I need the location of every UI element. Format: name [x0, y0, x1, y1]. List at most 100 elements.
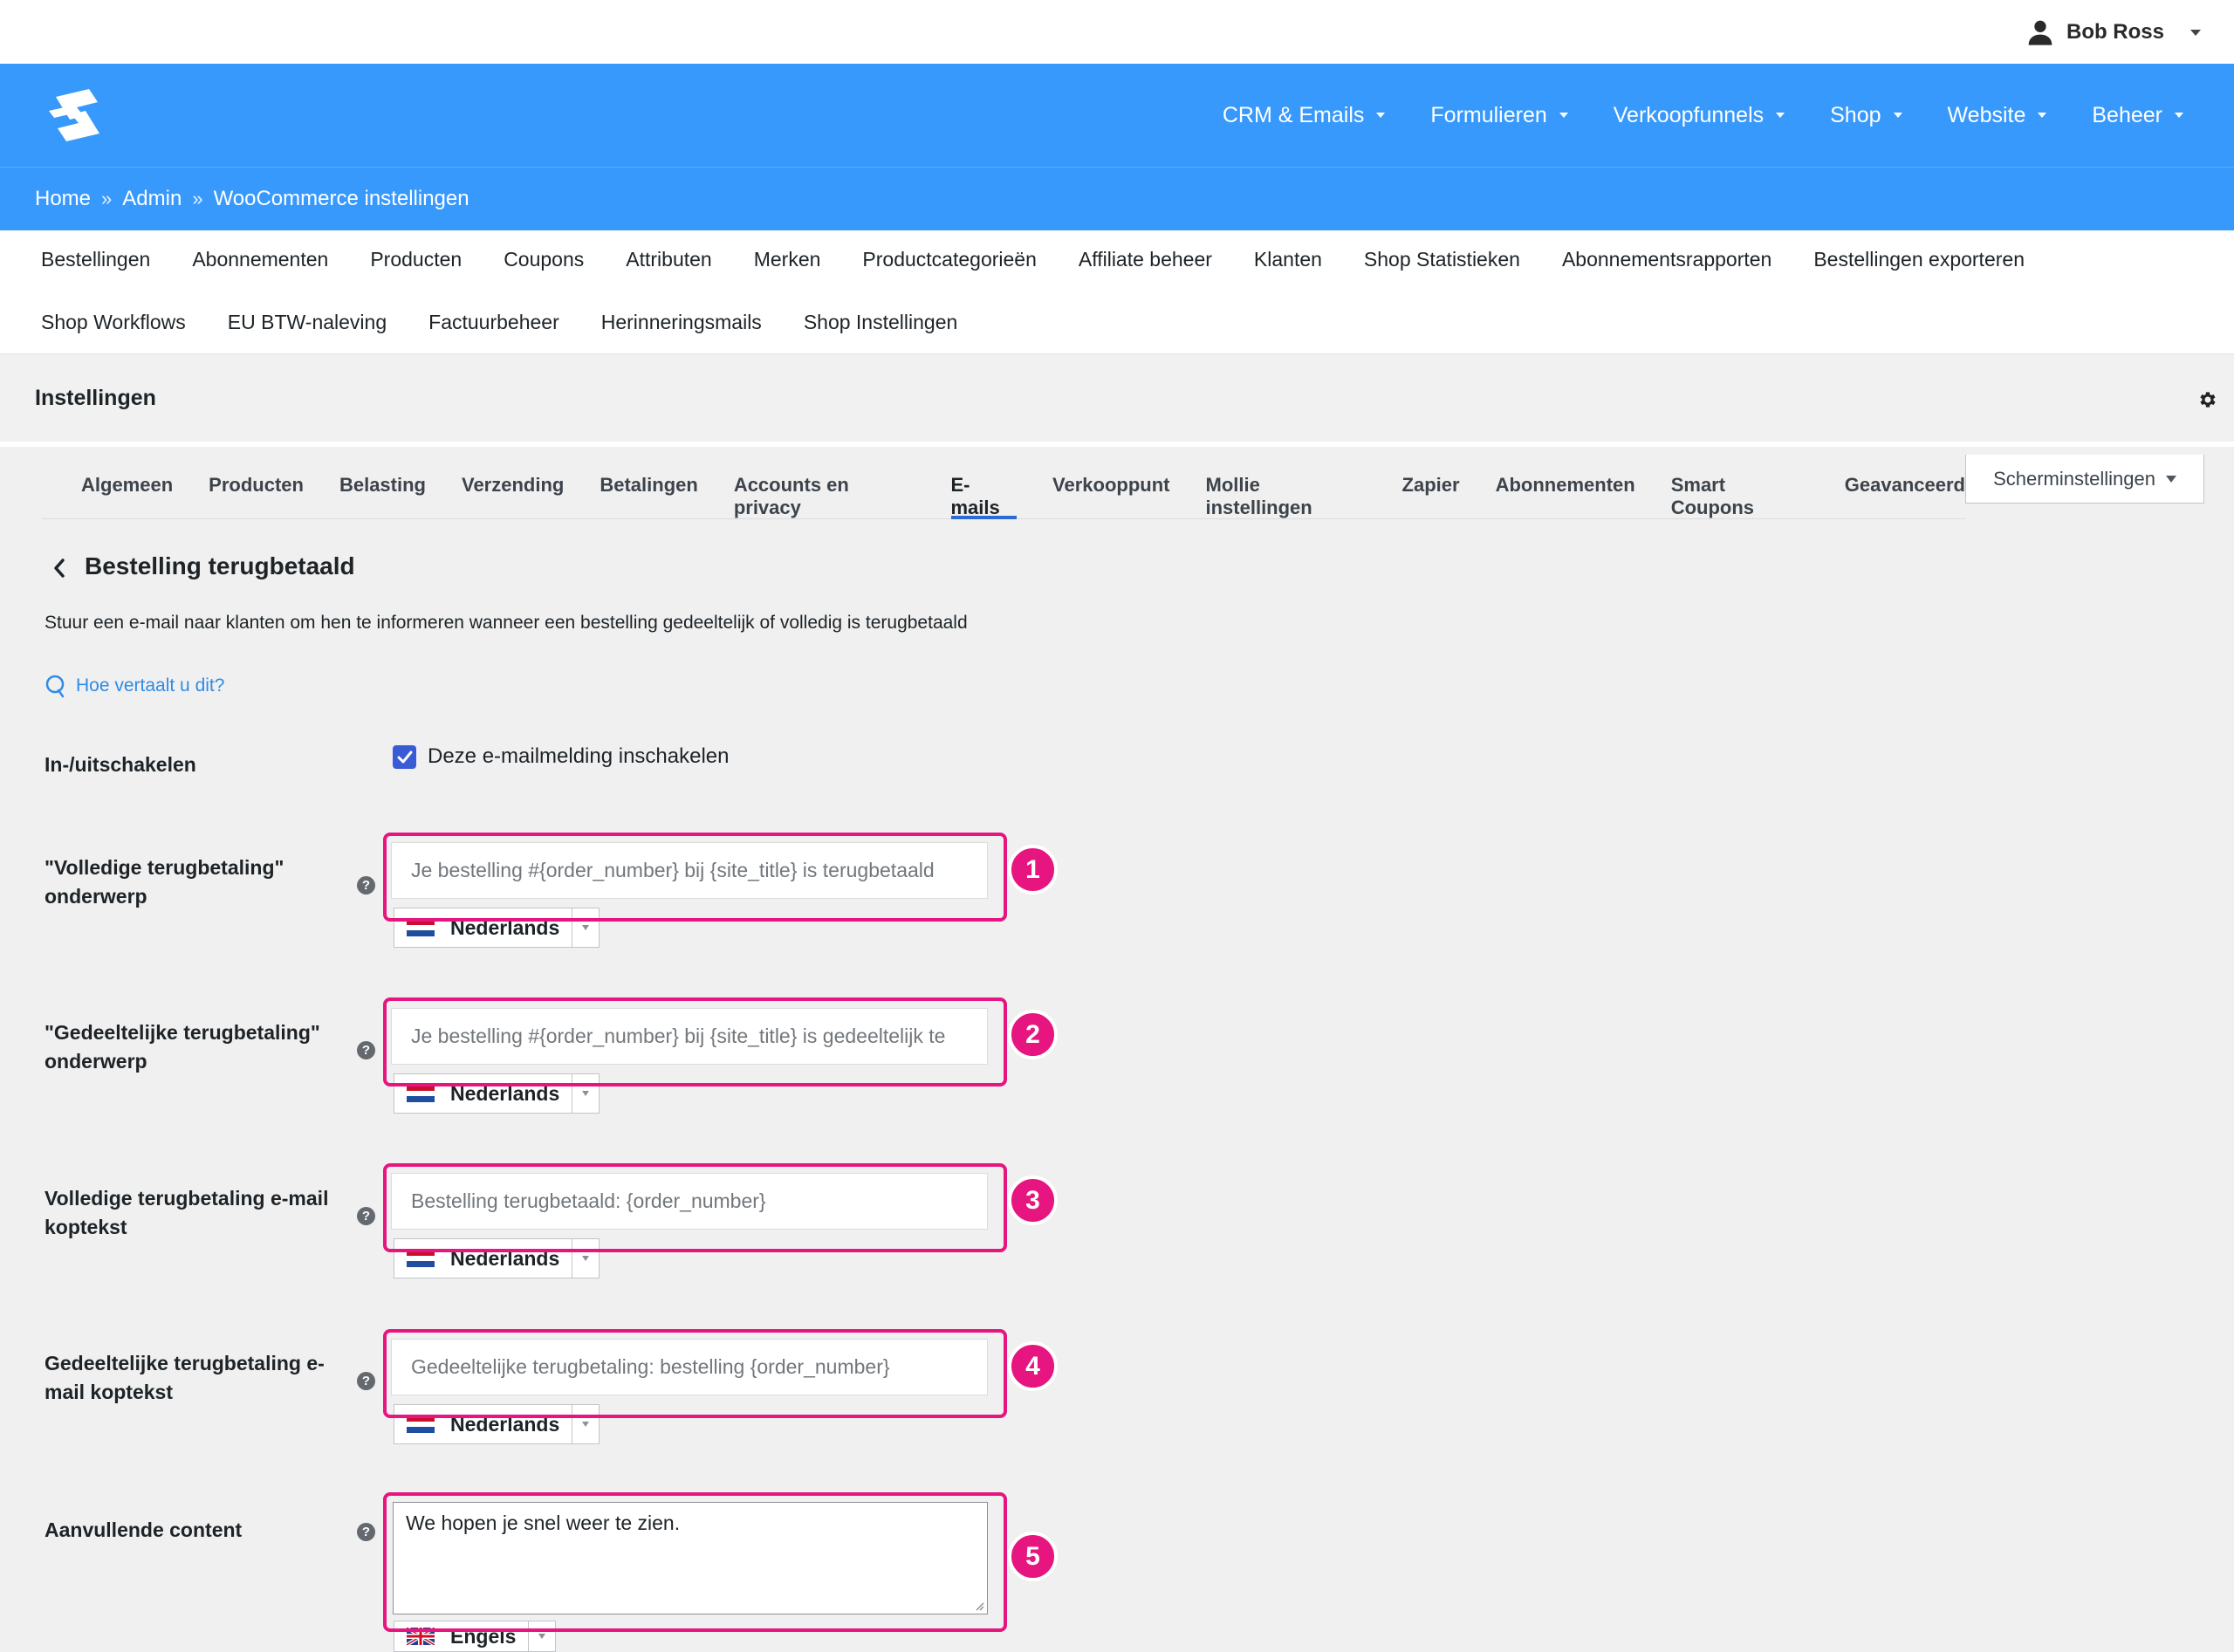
chevron-down-icon	[2038, 113, 2047, 118]
user-menu[interactable]: Bob Ross	[2026, 16, 2201, 49]
page-title: Instellingen	[35, 386, 156, 410]
help-icon[interactable]: ?	[357, 876, 375, 895]
section-description: Stuur een e-mail naar klanten om hen te …	[45, 613, 968, 633]
enable-checkbox[interactable]	[393, 745, 416, 769]
screen-options-label: Scherminstellingen	[1993, 467, 2155, 490]
nav-beheer[interactable]: Beheer	[2092, 103, 2183, 128]
subnav-coupons[interactable]: Coupons	[504, 248, 584, 271]
chevron-down-icon	[1559, 113, 1568, 118]
step-badge: 5	[1008, 1532, 1058, 1581]
checkmark-icon	[397, 751, 412, 763]
chevron-down-icon	[1776, 113, 1785, 118]
help-icon[interactable]: ?	[357, 1523, 375, 1541]
nav-shop[interactable]: Shop	[1830, 103, 1902, 128]
chevron-down-icon	[1376, 113, 1386, 118]
chevron-down-icon	[2175, 113, 2183, 118]
help-icon[interactable]: ?	[357, 1207, 375, 1225]
breadcrumb-separator: »	[101, 188, 113, 209]
help-bubble-icon	[45, 675, 65, 698]
subnav-shop-statistieken[interactable]: Shop Statistieken	[1364, 248, 1520, 271]
tab-betalingen[interactable]: Betalingen	[600, 474, 697, 518]
tab-producten[interactable]: Producten	[209, 474, 304, 518]
tab-zapier[interactable]: Zapier	[1402, 474, 1460, 518]
flag-nl-icon	[407, 1416, 435, 1434]
subnav-klanten[interactable]: Klanten	[1254, 248, 1322, 271]
nav-website[interactable]: Website	[1948, 103, 2047, 128]
logo[interactable]	[38, 85, 117, 146]
full-subject-label: "Volledige terugbetaling" onderwerp	[45, 856, 284, 908]
subnav-productcategorieen[interactable]: Productcategorieën	[862, 248, 1036, 271]
shop-subnav: Bestellingen Abonnementen Producten Coup…	[0, 230, 2234, 354]
tab-verzending[interactable]: Verzending	[462, 474, 564, 518]
chevron-down-icon	[2190, 29, 2201, 36]
tab-mollie-instellingen[interactable]: Mollie instellingen	[1206, 474, 1367, 518]
subnav-herinneringsmails[interactable]: Herinneringsmails	[601, 311, 762, 334]
full-heading-label: Volledige terugbetaling e-mail koptekst	[45, 1187, 329, 1238]
tab-e-mails[interactable]: E-mails	[950, 474, 1018, 519]
help-link-text: Hoe vertaalt u dit?	[76, 675, 225, 696]
translation-help-link[interactable]: Hoe vertaalt u dit?	[45, 674, 224, 698]
tab-belasting[interactable]: Belasting	[339, 474, 426, 518]
highlight-frame	[383, 1163, 1007, 1252]
flag-nl-icon	[407, 1250, 435, 1268]
breadcrumb-admin[interactable]: Admin	[122, 187, 182, 211]
subnav-abonnementsrapporten[interactable]: Abonnementsrapporten	[1562, 248, 1771, 271]
partial-heading-label: Gedeeltelijke terugbetaling e-mail kopte…	[45, 1352, 325, 1403]
subnav-bestellingen[interactable]: Bestellingen	[41, 248, 150, 271]
step-badge: 2	[1008, 1010, 1058, 1059]
step-badge: 3	[1008, 1176, 1058, 1225]
tab-smart-coupons[interactable]: Smart Coupons	[1671, 474, 1809, 518]
main-nav: CRM & Emails Formulieren Verkoopfunnels …	[1223, 64, 2183, 167]
subnav-factuurbeheer[interactable]: Factuurbeheer	[428, 311, 559, 334]
flag-nl-icon	[407, 1085, 435, 1103]
settings-tabs: Algemeen Producten Belasting Verzending …	[42, 455, 1965, 519]
breadcrumb-home[interactable]: Home	[35, 187, 91, 211]
step-badge: 4	[1008, 1341, 1058, 1391]
subnav-bestellingen-exporteren[interactable]: Bestellingen exporteren	[1813, 248, 2025, 271]
help-icon[interactable]: ?	[357, 1372, 375, 1390]
screen-options-button[interactable]: Scherminstellingen	[1965, 455, 2204, 504]
user-icon	[2028, 20, 2052, 45]
additional-content-label: Aanvullende content	[45, 1518, 243, 1541]
breadcrumb-current[interactable]: WooCommerce instellingen	[214, 187, 469, 211]
subnav-row-2: Shop Workflows EU BTW-naleving Factuurbe…	[41, 311, 957, 334]
subnav-attributen[interactable]: Attributen	[626, 248, 711, 271]
section-title: Bestelling terugbetaald	[85, 552, 355, 579]
subnav-merken[interactable]: Merken	[754, 248, 821, 271]
step-badge: 1	[1008, 845, 1058, 895]
nav-formulieren[interactable]: Formulieren	[1430, 103, 1568, 128]
breadcrumb-separator: »	[192, 188, 203, 209]
breadcrumb: Home » Admin » WooCommerce instellingen	[35, 168, 469, 230]
tab-geavanceerd[interactable]: Geavanceerd	[1845, 474, 1965, 518]
chevron-down-icon	[2165, 475, 2176, 483]
highlight-frame	[383, 1329, 1007, 1418]
subnav-affiliate-beheer[interactable]: Affiliate beheer	[1079, 248, 1212, 271]
subnav-shop-workflows[interactable]: Shop Workflows	[41, 311, 186, 334]
tab-accounts-en-privacy[interactable]: Accounts en privacy	[734, 474, 915, 518]
nav-verkoopfunnels[interactable]: Verkoopfunnels	[1614, 103, 1785, 128]
tab-verkooppunt[interactable]: Verkooppunt	[1052, 474, 1169, 518]
partial-subject-label: "Gedeeltelijke terugbetaling" onderwerp	[45, 1021, 320, 1073]
tab-abonnementen[interactable]: Abonnementen	[1496, 474, 1635, 518]
chevron-left-icon[interactable]	[49, 555, 70, 581]
subnav-eu-btw-naleving[interactable]: EU BTW-naleving	[228, 311, 387, 334]
flag-nl-icon	[407, 919, 435, 937]
settings-title-bar: Instellingen	[0, 354, 2234, 442]
gear-icon[interactable]	[2197, 389, 2218, 410]
subnav-producten[interactable]: Producten	[370, 248, 462, 271]
highlight-frame	[383, 1492, 1007, 1632]
subnav-abonnementen[interactable]: Abonnementen	[192, 248, 328, 271]
help-icon[interactable]: ?	[357, 1041, 375, 1059]
subnav-row-1: Bestellingen Abonnementen Producten Coup…	[41, 248, 2025, 271]
nav-crm-emails[interactable]: CRM & Emails	[1223, 103, 1386, 128]
subnav-shop-instellingen[interactable]: Shop Instellingen	[804, 311, 957, 334]
breadcrumb-bar: Home » Admin » WooCommerce instellingen	[0, 167, 2234, 230]
highlight-frame	[383, 833, 1007, 922]
main-header: CRM & Emails Formulieren Verkoopfunnels …	[0, 64, 2234, 167]
user-name: Bob Ross	[2066, 20, 2164, 44]
enable-label: In-/uitschakelen	[45, 753, 196, 776]
enable-checkbox-label: Deze e-mailmelding inschakelen	[428, 744, 730, 768]
top-user-bar: Bob Ross	[0, 0, 2234, 64]
highlight-frame	[383, 997, 1007, 1086]
tab-algemeen[interactable]: Algemeen	[81, 474, 173, 518]
